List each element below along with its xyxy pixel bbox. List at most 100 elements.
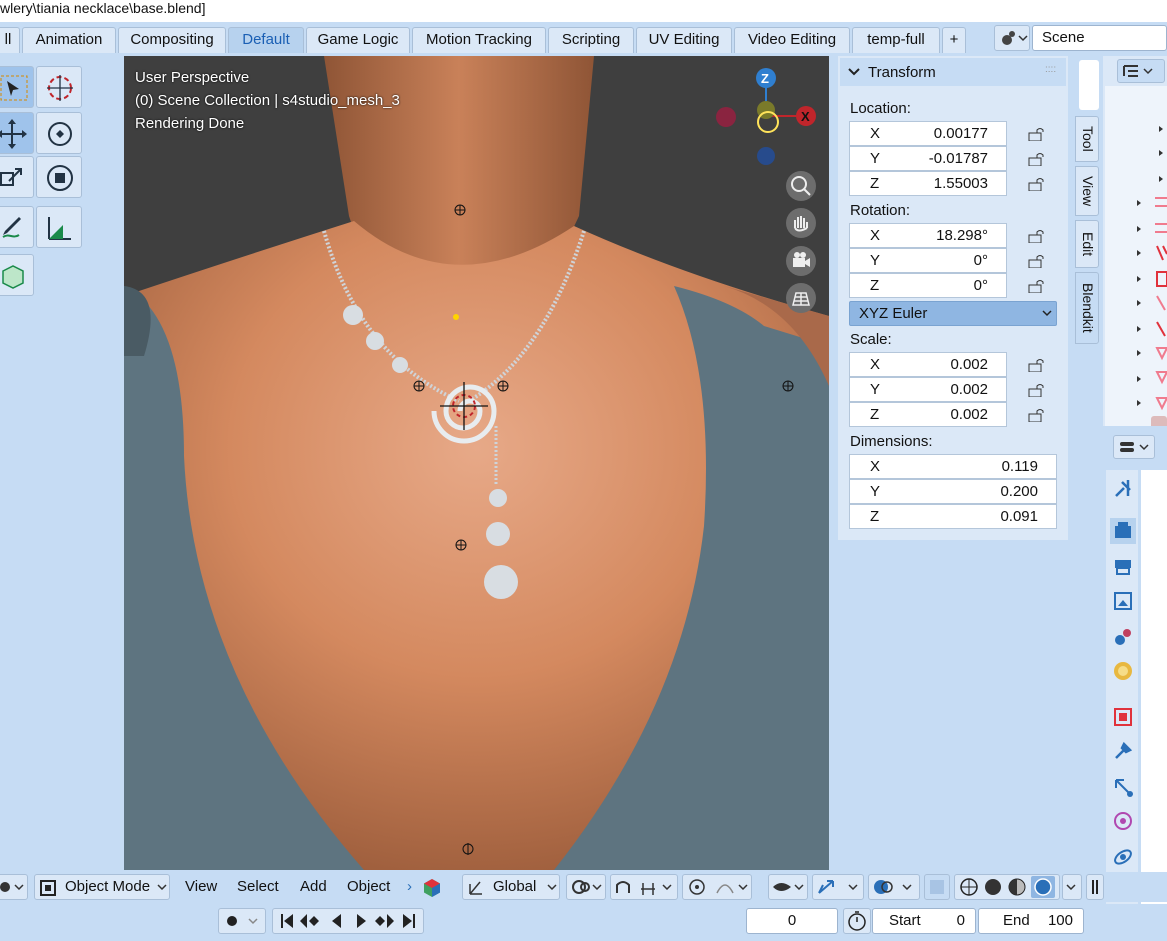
menu-object[interactable]: Object [347, 878, 390, 895]
transform-header[interactable]: Transform :::: [840, 58, 1066, 86]
zoom-icon[interactable] [786, 171, 816, 201]
dimensions-x-field[interactable]: X 0.119 [849, 454, 1057, 479]
ortho-grid-icon[interactable] [786, 283, 816, 313]
object-icon[interactable] [1110, 704, 1136, 730]
tab-video-editing[interactable]: Video Editing [734, 27, 850, 53]
rotation-z-field[interactable]: Z 0° [849, 273, 1007, 298]
transform-orientation-dropdown[interactable]: Global [462, 874, 560, 900]
modifiers-icon[interactable] [1110, 738, 1136, 764]
tab-animation[interactable]: Animation [22, 27, 116, 53]
lock-icon[interactable] [1028, 127, 1046, 141]
scale-y-field[interactable]: Y 0.002 [849, 377, 1007, 402]
proportional-edit-toggle[interactable] [682, 874, 752, 900]
rotate-tool[interactable] [36, 112, 82, 154]
end-frame-field[interactable]: End 100 [978, 908, 1084, 934]
editor-type-dropdown[interactable] [0, 874, 28, 900]
constraints-icon[interactable] [1110, 844, 1136, 870]
scale-z-field[interactable]: Z 0.002 [849, 402, 1007, 427]
play-icon[interactable] [357, 914, 366, 928]
shading-mode-group[interactable] [954, 874, 1060, 900]
jump-end-icon[interactable] [403, 914, 415, 928]
pivot-point-dropdown[interactable] [566, 874, 606, 900]
start-frame-field[interactable]: Start 0 [872, 908, 976, 934]
shading-options-dropdown[interactable] [1062, 874, 1082, 900]
location-z-field[interactable]: Z 1.55003 [849, 171, 1007, 196]
snap-toggle[interactable] [610, 874, 678, 900]
dimensions-z-field[interactable]: Z 0.091 [849, 504, 1057, 529]
menu-select[interactable]: Select [237, 878, 279, 895]
tab-motion-tracking[interactable]: Motion Tracking [412, 27, 546, 53]
scene-selector-icon[interactable] [994, 25, 1030, 51]
keying-dropdown[interactable] [218, 908, 266, 934]
overlay-toggle[interactable] [868, 874, 920, 900]
location-x-field[interactable]: X 0.00177 [849, 121, 1007, 146]
measure-tool[interactable] [36, 206, 82, 248]
scale-tool[interactable] [0, 156, 34, 198]
tab-blendkit[interactable]: Blendkit [1075, 272, 1099, 344]
pan-hand-icon[interactable] [786, 208, 816, 238]
tab-tool[interactable]: Tool [1075, 116, 1099, 162]
rotation-mode-dropdown[interactable]: XYZ Euler [849, 301, 1057, 326]
navigation-gizmo[interactable]: Z X [714, 64, 824, 179]
tab-temp-full[interactable]: temp-full [852, 27, 940, 53]
rotation-y-field[interactable]: Y 0° [849, 248, 1007, 273]
outliner-tree[interactable] [1105, 86, 1167, 438]
select-box-tool[interactable] [0, 66, 34, 108]
lock-icon[interactable] [1028, 383, 1046, 397]
display-mode-icon[interactable] [1117, 59, 1165, 83]
prev-keyframe-icon[interactable] [300, 914, 319, 928]
drag-handle-icon[interactable]: :::: [1045, 64, 1056, 75]
scene-icon[interactable] [1110, 624, 1136, 650]
solid-shading-icon[interactable] [985, 879, 1001, 895]
jump-start-icon[interactable] [281, 914, 293, 928]
tab-layout[interactable]: ll [0, 27, 20, 53]
scene-name-field[interactable]: Scene [1032, 25, 1167, 51]
rotation-x-field[interactable]: X 18.298° [849, 223, 1007, 248]
playback-controls[interactable] [272, 908, 424, 934]
lock-icon[interactable] [1028, 279, 1046, 293]
tab-edit[interactable]: Edit [1075, 220, 1099, 268]
tool-settings-icon[interactable] [1110, 476, 1136, 502]
tab-uv-editing[interactable]: UV Editing [636, 27, 732, 53]
tab-scripting[interactable]: Scripting [548, 27, 634, 53]
lock-icon[interactable] [1028, 408, 1046, 422]
collapse-header-icon[interactable] [1086, 874, 1104, 900]
tab-game-logic[interactable]: Game Logic [306, 27, 410, 53]
3d-viewport[interactable]: Z X [124, 56, 829, 870]
lock-icon[interactable] [1028, 254, 1046, 268]
menu-view[interactable]: View [185, 878, 217, 895]
menu-add[interactable]: Add [300, 878, 327, 895]
visibility-dropdown[interactable] [768, 874, 808, 900]
lock-icon[interactable] [1028, 229, 1046, 243]
camera-view-icon[interactable] [786, 246, 816, 276]
xray-toggle[interactable] [924, 874, 950, 900]
physics-icon[interactable] [1110, 808, 1136, 834]
transform-tool[interactable] [36, 156, 82, 198]
stopwatch-icon[interactable] [843, 908, 871, 934]
output-icon[interactable] [1110, 554, 1136, 580]
dimensions-y-field[interactable]: Y 0.200 [849, 479, 1057, 504]
world-icon[interactable] [1110, 658, 1136, 684]
current-frame-field[interactable]: 0 [746, 908, 838, 934]
view-layer-icon[interactable] [1110, 588, 1136, 614]
tab-compositing[interactable]: Compositing [118, 27, 226, 53]
lock-icon[interactable] [1028, 152, 1046, 166]
cursor-tool[interactable] [36, 66, 82, 108]
annotate-tool[interactable] [0, 206, 34, 248]
particles-icon[interactable] [1110, 774, 1136, 800]
blendkit-logo-icon[interactable] [422, 878, 442, 898]
next-keyframe-icon[interactable] [375, 914, 394, 928]
chevron-right-icon[interactable]: › [407, 878, 412, 895]
gizmo-toggle[interactable] [812, 874, 864, 900]
render-icon[interactable] [1110, 518, 1136, 544]
add-workspace-button[interactable]: + [942, 27, 966, 53]
editor-type-icon[interactable] [1113, 435, 1155, 459]
rendered-shading-icon[interactable] [1034, 878, 1052, 896]
move-tool[interactable] [0, 112, 34, 154]
tab-view[interactable]: View [1075, 166, 1099, 216]
location-y-field[interactable]: Y -0.01787 [849, 146, 1007, 171]
lock-icon[interactable] [1028, 358, 1046, 372]
scale-x-field[interactable]: X 0.002 [849, 352, 1007, 377]
tab-default[interactable]: Default [228, 27, 304, 53]
play-reverse-icon[interactable] [332, 914, 341, 928]
